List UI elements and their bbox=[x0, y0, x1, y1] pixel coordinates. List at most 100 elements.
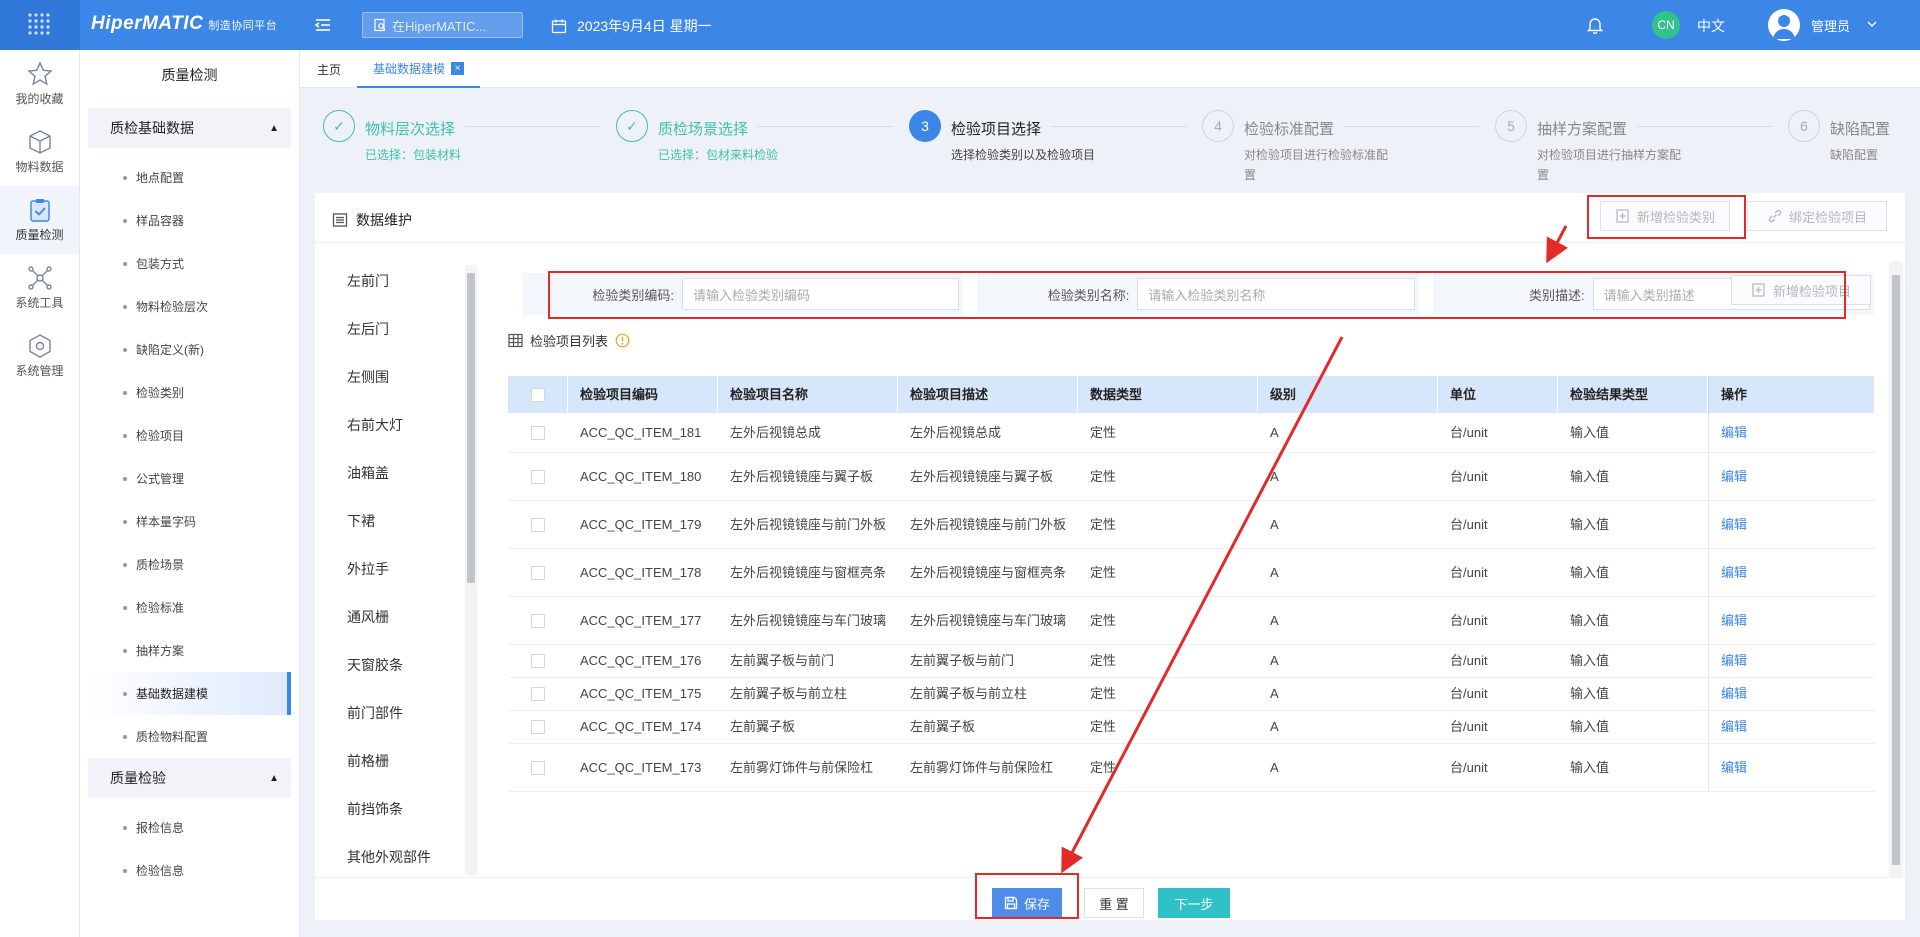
category-item[interactable]: 前格栅 bbox=[315, 737, 465, 785]
add-item-button[interactable]: 新增检验项目 bbox=[1731, 275, 1871, 305]
table-row[interactable]: ACC_QC_ITEM_178 左外后视镜镜座与窗框亮条 左外后视镜镜座与窗框亮条 定… bbox=[508, 549, 1875, 597]
chevron-down-icon[interactable] bbox=[1866, 18, 1878, 33]
user-avatar[interactable] bbox=[1768, 9, 1800, 41]
category-item[interactable]: 天窗胶条 bbox=[315, 641, 465, 689]
table-row[interactable]: ACC_QC_ITEM_176 左前翼子板与前门 左前翼子板与前门 定性 A 台/unit… bbox=[508, 645, 1875, 678]
table-row[interactable]: ACC_QC_ITEM_174 左前翼子板 左前翼子板 定性 A 台/unit 输入值 编辑 bbox=[508, 711, 1875, 744]
edit-link[interactable]: 编辑 bbox=[1708, 549, 1875, 596]
table-row[interactable]: ACC_QC_ITEM_177 左外后视镜镜座与车门玻璃 左外后视镜镜座与车门玻璃 定… bbox=[508, 597, 1875, 645]
table-row[interactable]: ACC_QC_ITEM_173 左前雾灯饰件与前保险杠 左前雾灯饰件与前保险杠 定性 A… bbox=[508, 744, 1875, 792]
category-item[interactable]: 下裙 bbox=[315, 497, 465, 545]
row-checkbox[interactable] bbox=[531, 760, 545, 775]
nav-quality-inspection[interactable]: 质量检测 bbox=[0, 186, 79, 254]
category-item[interactable]: 左后门 bbox=[315, 305, 465, 353]
table-cell: 输入值 bbox=[1570, 759, 1610, 775]
edit-link[interactable]: 编辑 bbox=[1708, 453, 1875, 500]
edit-link[interactable]: 编辑 bbox=[1708, 597, 1875, 644]
notification-bell-icon[interactable] bbox=[1586, 16, 1604, 37]
edit-link[interactable]: 编辑 bbox=[1708, 711, 1875, 743]
sidebar-group-basic-data[interactable]: 质检基础数据 ▲ bbox=[88, 108, 291, 148]
filter-input[interactable]: 请输入检验类别编码 bbox=[682, 278, 960, 310]
select-all-checkbox[interactable] bbox=[530, 387, 545, 402]
sidebar-item[interactable]: 检验标准 bbox=[80, 586, 299, 629]
info-icon[interactable] bbox=[615, 333, 630, 348]
sidebar-item[interactable]: 质检场景 bbox=[80, 543, 299, 586]
category-item[interactable]: 通风栅 bbox=[315, 593, 465, 641]
save-button[interactable]: 保存 bbox=[992, 888, 1062, 918]
category-item[interactable]: 左侧围 bbox=[315, 353, 465, 401]
row-checkbox[interactable] bbox=[531, 654, 545, 668]
category-scrollbar[interactable] bbox=[465, 265, 477, 875]
global-search-input[interactable]: 在HiperMATIC... bbox=[362, 12, 523, 38]
row-checkbox[interactable] bbox=[531, 720, 545, 734]
table-row[interactable]: ACC_QC_ITEM_179 左外后视镜镜座与前门外板 左外后视镜镜座与前门外板 定… bbox=[508, 501, 1875, 549]
table-cell: 定性 bbox=[1090, 719, 1117, 734]
row-checkbox[interactable] bbox=[531, 469, 545, 484]
table-cell: 台/unit bbox=[1450, 516, 1488, 532]
category-item[interactable]: 左前门 bbox=[315, 257, 465, 305]
nav-system-admin[interactable]: 系统管理 bbox=[0, 322, 79, 390]
sidebar-item[interactable]: 样品容器 bbox=[80, 199, 299, 242]
language-switch[interactable]: 中文 bbox=[1697, 16, 1725, 36]
row-checkbox[interactable] bbox=[531, 687, 545, 701]
chevron-up-icon: ▲ bbox=[269, 772, 279, 784]
table-vertical-scrollbar[interactable] bbox=[1889, 261, 1903, 878]
sidebar-item[interactable]: 报检信息 bbox=[80, 806, 299, 849]
add-category-button[interactable]: 新增检验类别 bbox=[1600, 201, 1730, 231]
row-checkbox[interactable] bbox=[531, 425, 545, 440]
add-doc-icon bbox=[1616, 209, 1629, 223]
edit-link[interactable]: 编辑 bbox=[1708, 645, 1875, 677]
category-scrollbar-thumb[interactable] bbox=[467, 273, 475, 583]
table-row[interactable]: ACC_QC_ITEM_180 左外后视镜镜座与翼子板 左外后视镜镜座与翼子板 定性 A… bbox=[508, 453, 1875, 501]
category-item[interactable]: 前门部件 bbox=[315, 689, 465, 737]
edit-link[interactable]: 编辑 bbox=[1708, 744, 1875, 791]
step-connector bbox=[465, 126, 600, 127]
sidebar-group-inspection[interactable]: 质量检验 ▲ bbox=[88, 758, 291, 798]
category-item[interactable]: 前挡饰条 bbox=[315, 785, 465, 833]
edit-link[interactable]: 编辑 bbox=[1708, 678, 1875, 710]
edit-link[interactable]: 编辑 bbox=[1708, 413, 1875, 452]
table-header: 检验项目编码 检验项目名称 检验项目描述 数据类型 级别 单位 检验结果类型 操作 bbox=[508, 376, 1875, 413]
app-grid-icon[interactable] bbox=[0, 0, 80, 50]
table-row[interactable]: ACC_QC_ITEM_175 左前翼子板与前立柱 左前翼子板与前立柱 定性 A 台/un… bbox=[508, 678, 1875, 711]
sidebar-item[interactable]: 物料检验层次 bbox=[80, 285, 299, 328]
next-step-button[interactable]: 下一步 bbox=[1158, 888, 1230, 918]
row-checkbox[interactable] bbox=[531, 613, 545, 628]
table-cell: 定性 bbox=[1090, 653, 1117, 668]
table-row[interactable]: ACC_QC_ITEM_181 左外后视镜总成 左外后视镜总成 定性 A 台/unit 输入… bbox=[508, 413, 1875, 453]
category-item[interactable]: 其他外观部件 bbox=[315, 833, 465, 877]
row-checkbox[interactable] bbox=[531, 565, 545, 580]
sidebar-item[interactable]: 检验类别 bbox=[80, 371, 299, 414]
category-item[interactable]: 油箱盖 bbox=[315, 449, 465, 497]
nav-system-tools[interactable]: 系统工具 bbox=[0, 254, 79, 322]
reset-button[interactable]: 重 置 bbox=[1084, 888, 1144, 918]
sidebar-item[interactable]: 基础数据建模 bbox=[88, 672, 291, 715]
row-checkbox[interactable] bbox=[531, 517, 545, 532]
table-scrollbar-thumb[interactable] bbox=[1892, 275, 1900, 865]
sidebar-item[interactable]: 检验信息 bbox=[80, 849, 299, 892]
search-doc-icon bbox=[374, 18, 386, 32]
nav-favorites[interactable]: 我的收藏 bbox=[0, 50, 79, 118]
bind-item-button[interactable]: 绑定检验项目 bbox=[1747, 201, 1887, 231]
sidebar-item[interactable]: 缺陷定义(新) bbox=[80, 328, 299, 371]
close-icon[interactable]: × bbox=[451, 61, 465, 75]
filter-input[interactable]: 请输入检验类别名称 bbox=[1137, 278, 1415, 310]
category-item[interactable]: 右前大灯 bbox=[315, 401, 465, 449]
nav-material-data[interactable]: 物料数据 bbox=[0, 118, 79, 186]
category-item[interactable]: 外拉手 bbox=[315, 545, 465, 593]
sidebar-item[interactable]: 公式管理 bbox=[80, 457, 299, 500]
sidebar-item[interactable]: 地点配置 bbox=[80, 156, 299, 199]
edit-link[interactable]: 编辑 bbox=[1708, 501, 1875, 548]
sidebar-item[interactable]: 包装方式 bbox=[80, 242, 299, 285]
menu-toggle-icon[interactable] bbox=[313, 15, 333, 35]
tab-basic-data-modeling[interactable]: 基础数据建模 × bbox=[357, 50, 481, 88]
user-name[interactable]: 管理员 bbox=[1811, 16, 1850, 35]
table-cell: ACC_QC_ITEM_173 bbox=[580, 759, 702, 775]
chevron-up-icon: ▲ bbox=[269, 122, 279, 134]
sidebar-item[interactable]: 质检物料配置 bbox=[80, 715, 299, 758]
language-badge[interactable]: CN bbox=[1652, 11, 1680, 39]
sidebar-item[interactable]: 检验项目 bbox=[80, 414, 299, 457]
sidebar-item[interactable]: 抽样方案 bbox=[80, 629, 299, 672]
sidebar-item[interactable]: 样本量字码 bbox=[80, 500, 299, 543]
tab-home[interactable]: 主页 bbox=[317, 50, 341, 88]
